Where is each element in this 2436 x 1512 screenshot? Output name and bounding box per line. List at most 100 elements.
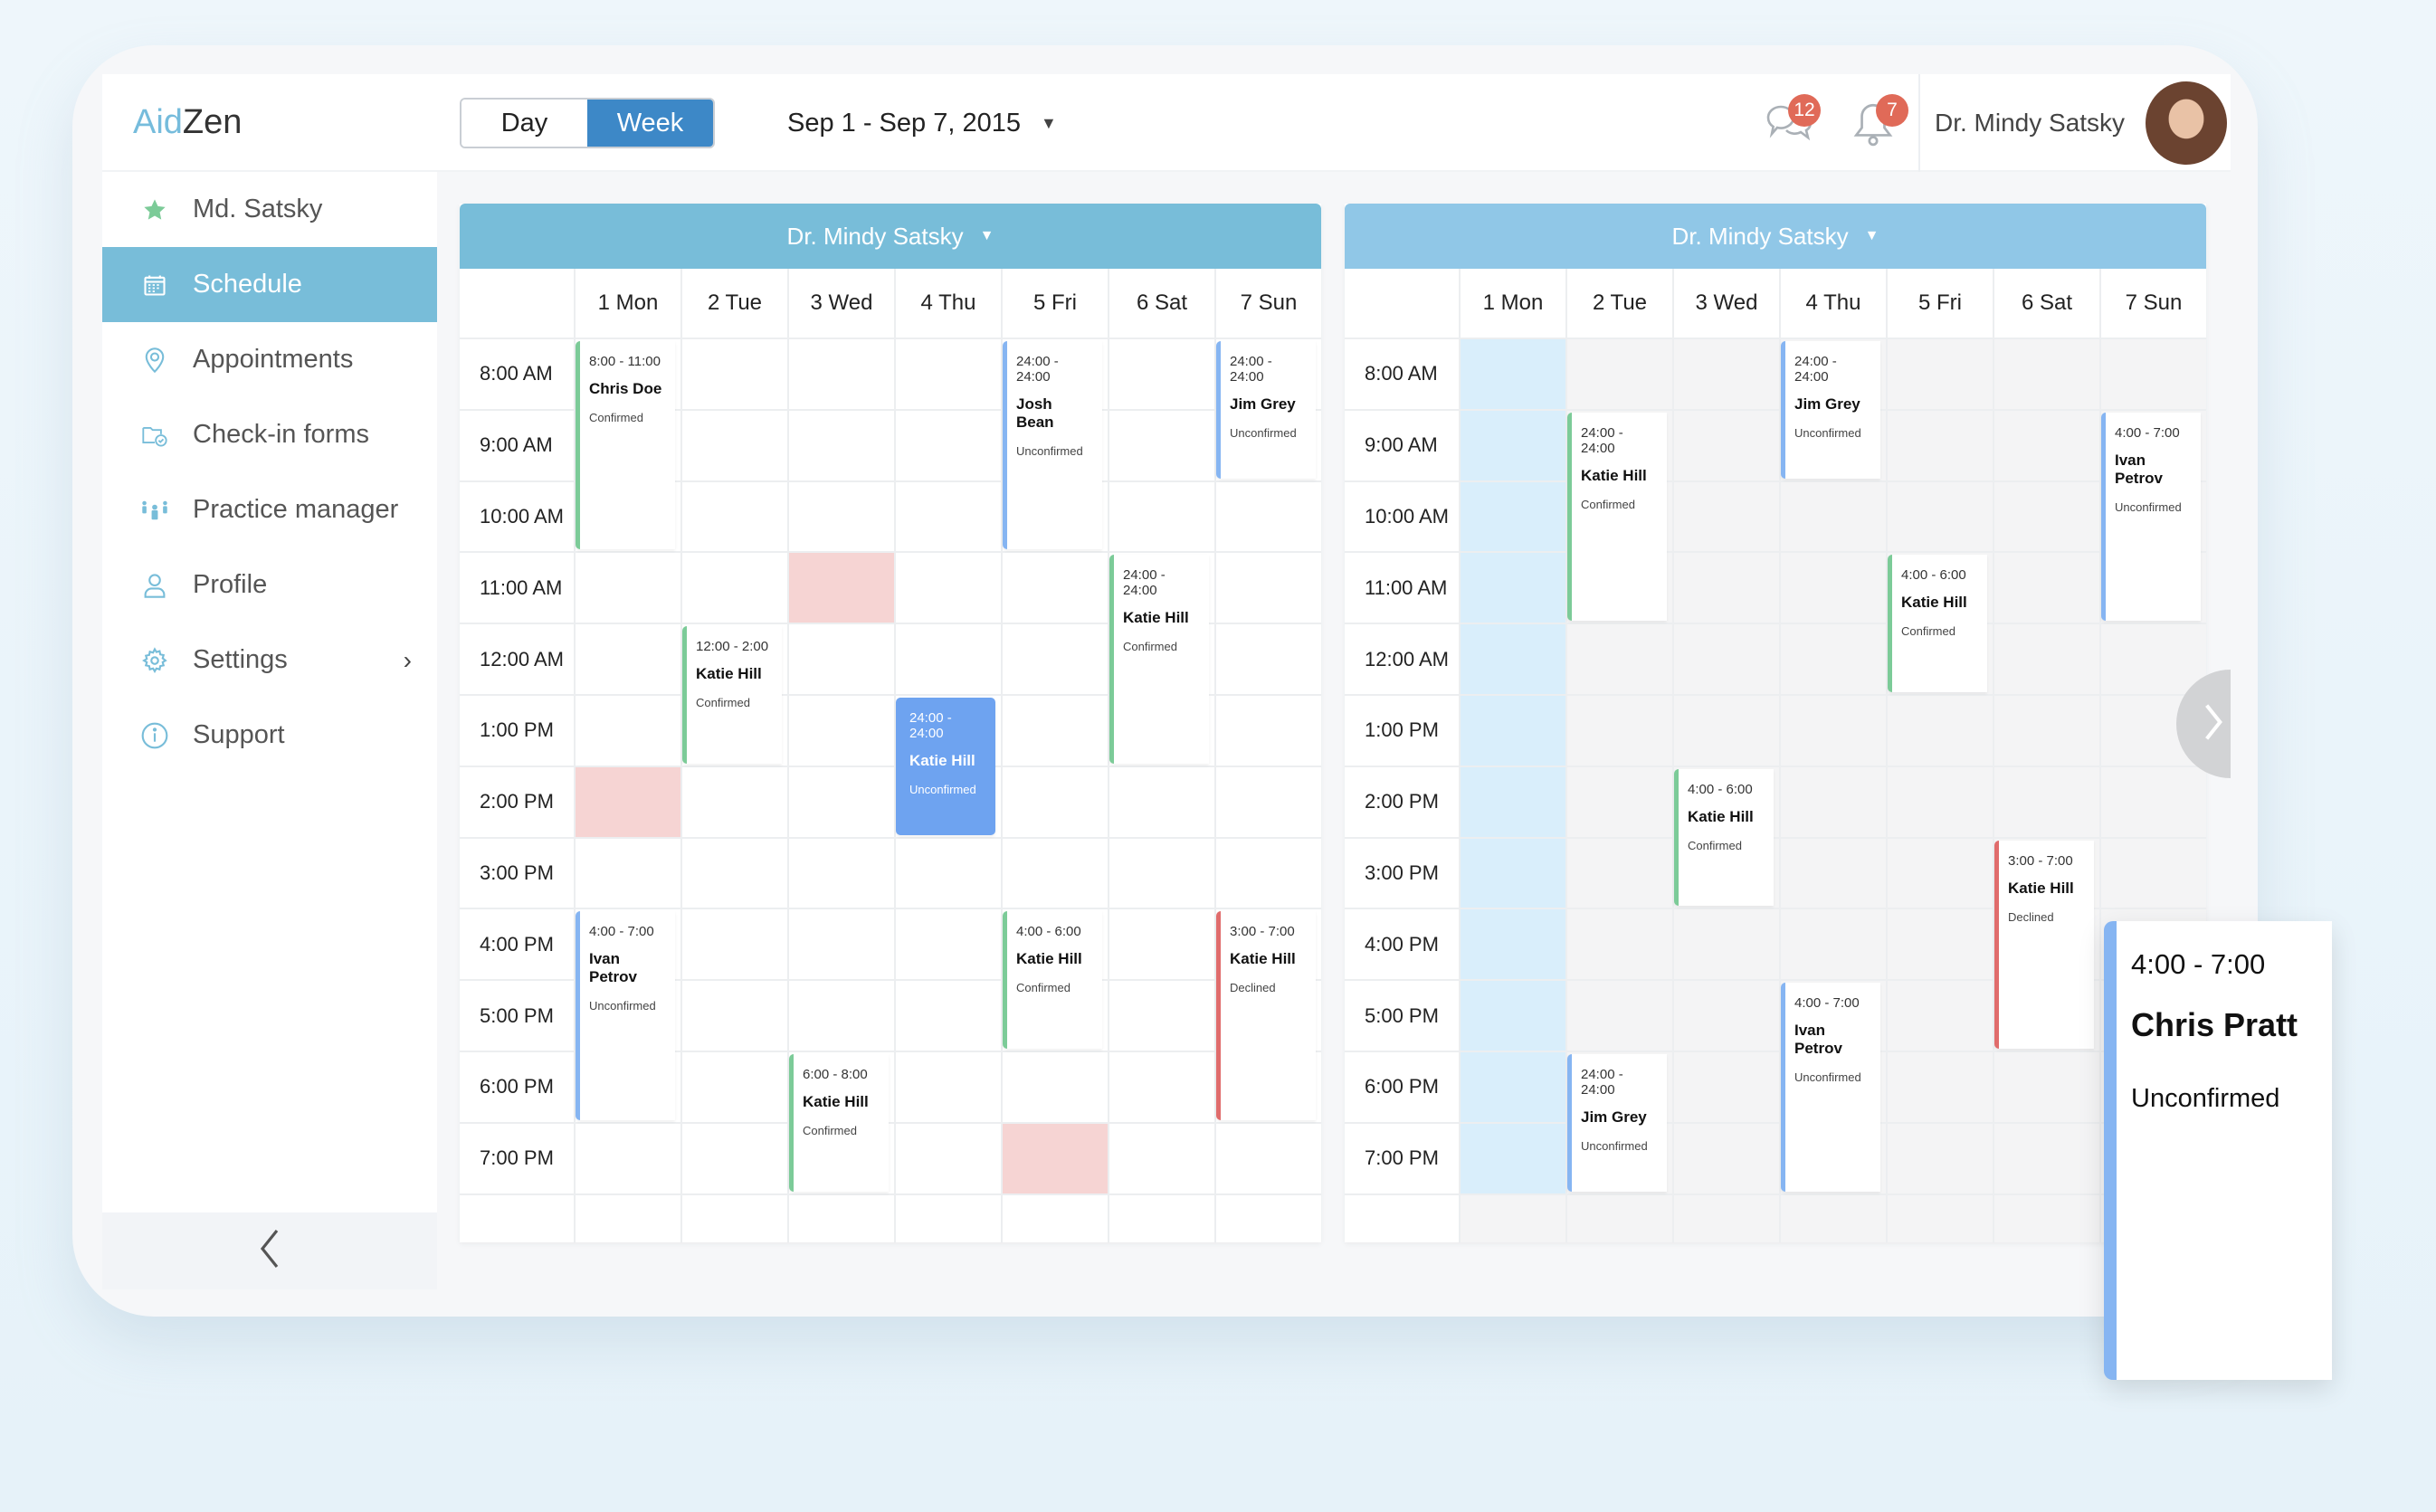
- day-header[interactable]: 3 Wed: [1672, 269, 1779, 338]
- blocked-slot[interactable]: [1001, 1123, 1108, 1193]
- time-slot[interactable]: [2099, 339, 2206, 409]
- time-slot[interactable]: [1672, 624, 1779, 694]
- event-detail-card[interactable]: 4:00 - 7:00 Chris Pratt Unconfirmed: [2104, 921, 2332, 1380]
- time-slot[interactable]: [1565, 909, 1672, 980]
- time-slot[interactable]: [1565, 766, 1672, 837]
- time-slot[interactable]: [1779, 838, 1886, 908]
- time-slot[interactable]: [1672, 695, 1779, 766]
- time-slot[interactable]: [1214, 1194, 1321, 1242]
- day-header[interactable]: 2 Tue: [680, 269, 787, 338]
- sidebar-item-schedule[interactable]: Schedule: [102, 247, 437, 322]
- user-name[interactable]: Dr. Mindy Satsky: [1935, 74, 2125, 172]
- time-slot[interactable]: [1779, 1194, 1886, 1242]
- sidebar-item-md-satsky[interactable]: Md. Satsky: [102, 172, 437, 247]
- time-slot[interactable]: [894, 981, 1001, 1051]
- time-slot[interactable]: [1108, 838, 1214, 908]
- week-view-button[interactable]: Week: [587, 100, 713, 147]
- time-slot[interactable]: [787, 624, 894, 694]
- appointment-event[interactable]: 24:00 - 24:00 Katie Hill Confirmed: [1567, 412, 1667, 622]
- time-slot[interactable]: [1108, 981, 1214, 1051]
- sidebar-item-support[interactable]: Support: [102, 698, 437, 773]
- time-slot[interactable]: [1886, 1194, 1993, 1242]
- time-slot[interactable]: [787, 339, 894, 409]
- time-slot[interactable]: [1886, 909, 1993, 980]
- time-slot[interactable]: [2099, 624, 2206, 694]
- time-slot[interactable]: [680, 481, 787, 552]
- time-slot[interactable]: [1459, 838, 1565, 908]
- time-slot[interactable]: [1108, 1123, 1214, 1193]
- time-slot[interactable]: [894, 410, 1001, 480]
- appointment-event[interactable]: 24:00 - 24:00 Katie Hill Unconfirmed: [896, 698, 995, 835]
- time-slot[interactable]: [1459, 624, 1565, 694]
- time-slot[interactable]: [1886, 1051, 1993, 1122]
- time-slot[interactable]: [1886, 981, 1993, 1051]
- appointment-event[interactable]: 4:00 - 6:00 Katie Hill Confirmed: [1674, 768, 1774, 907]
- time-slot[interactable]: [894, 1123, 1001, 1193]
- time-slot[interactable]: [1886, 695, 1993, 766]
- time-slot[interactable]: [680, 981, 787, 1051]
- time-slot[interactable]: [894, 481, 1001, 552]
- time-slot[interactable]: [1779, 553, 1886, 623]
- time-slot[interactable]: [574, 1194, 680, 1242]
- time-slot[interactable]: [1459, 909, 1565, 980]
- time-slot[interactable]: [1214, 1123, 1321, 1193]
- time-slot[interactable]: [1672, 1194, 1779, 1242]
- time-slot[interactable]: [894, 909, 1001, 980]
- user-avatar[interactable]: [2146, 81, 2227, 165]
- appointment-event[interactable]: 4:00 - 7:00 Ivan Petrov Unconfirmed: [1781, 983, 1880, 1192]
- time-slot[interactable]: [680, 410, 787, 480]
- time-slot[interactable]: [894, 553, 1001, 623]
- time-slot[interactable]: [574, 1123, 680, 1193]
- time-slot[interactable]: [1108, 1194, 1214, 1242]
- day-header[interactable]: 7 Sun: [1214, 269, 1321, 338]
- time-slot[interactable]: [1459, 1051, 1565, 1122]
- time-slot[interactable]: [1565, 838, 1672, 908]
- time-slot[interactable]: [1108, 1051, 1214, 1122]
- time-slot[interactable]: [1565, 981, 1672, 1051]
- time-slot[interactable]: [1993, 695, 2099, 766]
- time-slot[interactable]: [1779, 481, 1886, 552]
- time-slot[interactable]: [1993, 1051, 2099, 1122]
- time-slot[interactable]: [1993, 553, 2099, 623]
- time-slot[interactable]: [894, 339, 1001, 409]
- time-slot[interactable]: [787, 766, 894, 837]
- sidebar-item-settings[interactable]: Settings ›: [102, 623, 437, 698]
- time-slot[interactable]: [574, 695, 680, 766]
- time-slot[interactable]: [1993, 1194, 2099, 1242]
- time-slot[interactable]: [1886, 481, 1993, 552]
- appointment-event[interactable]: 3:00 - 7:00 Katie Hill Declined: [1994, 840, 2094, 1049]
- time-slot[interactable]: [787, 838, 894, 908]
- appointment-event[interactable]: 4:00 - 7:00 Ivan Petrov Unconfirmed: [576, 911, 675, 1120]
- appointment-event[interactable]: 24:00 - 24:00 Jim Grey Unconfirmed: [1216, 341, 1316, 479]
- time-slot[interactable]: [680, 1194, 787, 1242]
- time-slot[interactable]: [1459, 766, 1565, 837]
- time-slot[interactable]: [1993, 1123, 2099, 1193]
- time-slot[interactable]: [1886, 1123, 1993, 1193]
- time-slot[interactable]: [680, 1051, 787, 1122]
- time-slot[interactable]: [1108, 766, 1214, 837]
- time-slot[interactable]: [1214, 695, 1321, 766]
- sidebar-item-appointments[interactable]: Appointments: [102, 322, 437, 397]
- time-slot[interactable]: [1001, 695, 1108, 766]
- appointment-event[interactable]: 4:00 - 6:00 Katie Hill Confirmed: [1888, 555, 1987, 692]
- time-slot[interactable]: [787, 1194, 894, 1242]
- time-slot[interactable]: [1886, 838, 1993, 908]
- day-header[interactable]: 5 Fri: [1001, 269, 1108, 338]
- time-slot[interactable]: [1886, 766, 1993, 837]
- appointment-event[interactable]: 4:00 - 7:00 Ivan Petrov Unconfirmed: [2101, 412, 2201, 622]
- appointment-event[interactable]: 24:00 - 24:00 Jim Grey Unconfirmed: [1567, 1054, 1667, 1192]
- time-slot[interactable]: [680, 1123, 787, 1193]
- time-slot[interactable]: [1672, 481, 1779, 552]
- time-slot[interactable]: [787, 695, 894, 766]
- blocked-slot[interactable]: [787, 553, 894, 623]
- appointment-event[interactable]: 6:00 - 8:00 Katie Hill Confirmed: [789, 1054, 889, 1192]
- time-slot[interactable]: [1779, 624, 1886, 694]
- time-slot[interactable]: [680, 553, 787, 623]
- time-slot[interactable]: [1001, 1194, 1108, 1242]
- logo[interactable]: Aid Zen: [102, 74, 437, 172]
- time-slot[interactable]: [1459, 410, 1565, 480]
- blocked-slot[interactable]: [574, 766, 680, 837]
- time-slot[interactable]: [1993, 624, 2099, 694]
- time-slot[interactable]: [1459, 981, 1565, 1051]
- day-header[interactable]: 1 Mon: [574, 269, 680, 338]
